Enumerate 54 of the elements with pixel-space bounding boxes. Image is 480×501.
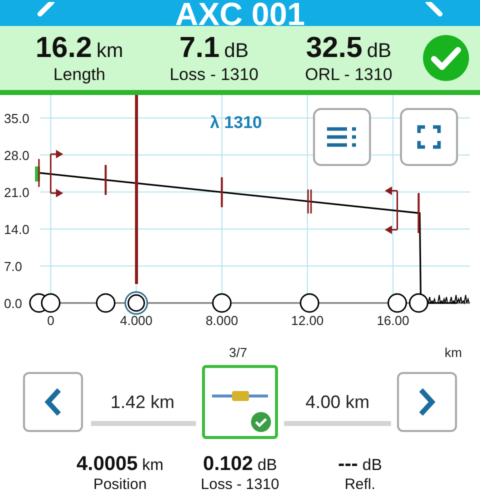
window-title: AXC 001: [175, 0, 305, 26]
distance-label: 4.00 km: [305, 392, 370, 412]
summary-label: Loss - 1310: [170, 64, 258, 84]
event-marker[interactable]: [124, 291, 148, 315]
y-tick-label: 7.0: [4, 259, 22, 274]
x-tick-label: 4.000: [120, 313, 153, 328]
event-marker[interactable]: [40, 293, 60, 313]
event-tick: [38, 158, 40, 187]
x-tick-label: 16.00: [376, 313, 410, 328]
event-tick: [307, 189, 312, 214]
event-card[interactable]: [202, 365, 278, 439]
event-tick: [104, 164, 107, 195]
event-label: Loss - 1310: [200, 476, 280, 493]
summary-value: 32.5 dB: [306, 32, 392, 64]
y-tick-label: 28.0: [4, 148, 30, 163]
event-marker[interactable]: [388, 293, 408, 313]
event-value: 4.0005 km: [76, 453, 164, 476]
event-marker[interactable]: [300, 293, 320, 313]
chevron-left-icon: [44, 387, 62, 417]
wavelength-label: λ 1310: [210, 113, 262, 133]
event-value: 0.102 dB: [202, 453, 278, 476]
event-value: --- dB: [338, 453, 382, 476]
y-tick-label: 35.0: [4, 111, 30, 126]
x-tick-label: 12.00: [291, 313, 324, 328]
summary-label: ORL - 1310: [305, 64, 392, 84]
span-bracket: [50, 150, 64, 198]
event-marker[interactable]: [212, 293, 232, 313]
launch-marker: [35, 166, 40, 182]
y-tick-label: 0.0: [4, 296, 22, 311]
menu-icon: [327, 126, 357, 148]
summary-value: 7.1 dB: [179, 32, 249, 64]
unit-label: km: [444, 345, 462, 360]
connector-icon: [212, 390, 268, 402]
previous-button[interactable]: [23, 372, 83, 432]
x-tick-label: 8.000: [206, 313, 238, 328]
summary-label: Length: [53, 64, 106, 84]
menu-button[interactable]: [313, 108, 371, 166]
x-tick-label: 0: [47, 313, 54, 328]
y-tick-label: 14.0: [4, 222, 30, 237]
event-index: 3/7: [229, 345, 248, 360]
fullscreen-icon: [417, 125, 441, 149]
event-tick: [418, 193, 420, 234]
event-marker[interactable]: [408, 293, 428, 313]
event-tick: [220, 177, 223, 208]
summary-value: 16.2 km: [36, 32, 124, 64]
fullscreen-button[interactable]: [400, 108, 458, 166]
event-label: Refl.: [344, 476, 376, 493]
span-bracket: [384, 186, 398, 234]
event-label: Position: [93, 476, 147, 493]
y-tick-label: 21.0: [4, 185, 30, 200]
distance-label: 1.42 km: [110, 392, 175, 412]
chevron-right-icon: [418, 387, 436, 417]
event-marker[interactable]: [96, 293, 116, 313]
next-button[interactable]: [397, 372, 457, 432]
